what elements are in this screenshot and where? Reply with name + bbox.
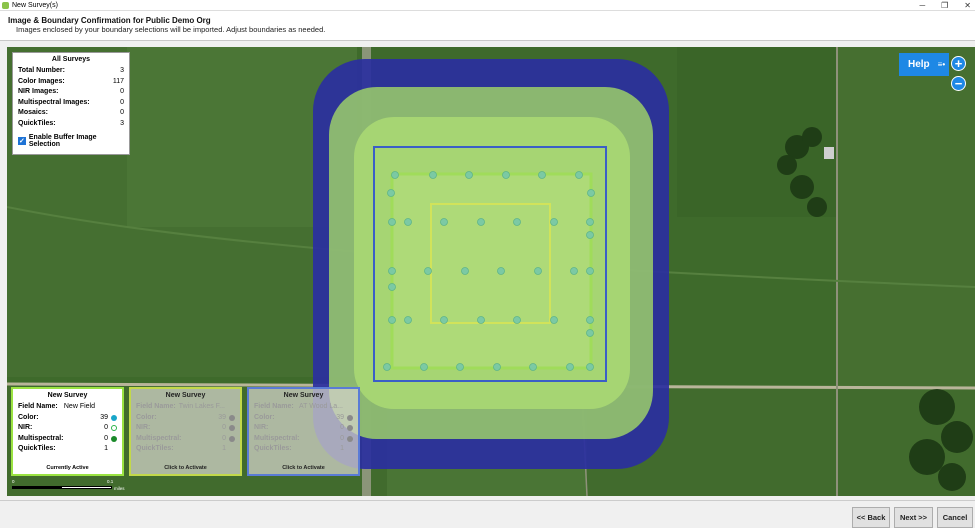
- nir-value: 0: [222, 424, 226, 431]
- help-menu-icon: ≡•: [937, 60, 946, 69]
- multispectral-dot-icon[interactable]: [229, 435, 235, 442]
- card-status: Currently Active: [46, 465, 89, 471]
- help-label: Help: [908, 59, 930, 70]
- minimize-button[interactable]: ─: [919, 0, 925, 11]
- field-name-label: Field Name:: [136, 403, 176, 410]
- color-label: Color:: [254, 413, 275, 421]
- nir-value: 0: [104, 424, 108, 431]
- field-name-value: Twin Lakes F...: [178, 403, 225, 410]
- card-status: Click to Activate: [282, 465, 325, 471]
- survey-card-title: New Survey: [165, 392, 206, 399]
- color-dot-icon[interactable]: [347, 414, 353, 421]
- row-label: Color Images:: [18, 77, 65, 85]
- quicktiles-value: 1: [340, 445, 344, 452]
- zoom-in-button[interactable]: +: [951, 56, 966, 71]
- next-button[interactable]: Next >>: [894, 507, 933, 528]
- back-button[interactable]: << Back: [852, 507, 890, 528]
- survey-card-title: New Survey: [283, 392, 324, 399]
- mosaics-row: Mosaics: 0: [18, 108, 124, 119]
- scale-bar-graphic: [12, 486, 112, 489]
- nir-dot-icon[interactable]: [111, 425, 117, 432]
- nir-label: NIR:: [254, 424, 269, 431]
- nir-dot-icon[interactable]: [347, 425, 353, 432]
- row-value: 3: [120, 67, 124, 74]
- color-value: 39: [100, 413, 108, 421]
- survey-card-title: New Survey: [47, 392, 88, 399]
- scale-unit-label: miles: [114, 486, 125, 491]
- scale-end-label: 0.1: [107, 479, 114, 484]
- color-value: 39: [218, 413, 226, 421]
- row-label: QuickTiles:: [18, 119, 56, 127]
- all-surveys-title: All Surveys: [51, 56, 91, 63]
- multispectral-images-row: Multispectral Images: 0: [18, 98, 124, 109]
- color-label: Color:: [136, 413, 157, 421]
- row-value: 0: [120, 98, 124, 106]
- nir-label: NIR:: [18, 424, 33, 431]
- field-name-label: Field Name:: [18, 403, 58, 410]
- quicktiles-label: QuickTiles:: [254, 445, 292, 452]
- window-title: New Survey(s): [12, 1, 58, 9]
- page-title: Image & Boundary Confirmation for Public…: [8, 16, 211, 25]
- page-subtitle: Images enclosed by your boundary selecti…: [16, 25, 326, 34]
- survey-card-3[interactable]: New Survey Field Name: AT Wood La... Colo…: [247, 387, 360, 476]
- all-surveys-panel: All Surveys Total Number: 3 Color Images:…: [12, 52, 130, 155]
- row-label: Mosaics:: [18, 109, 48, 116]
- total-number-row: Total Number: 3: [18, 66, 124, 77]
- color-value: 39: [336, 413, 344, 421]
- multispectral-dot-icon[interactable]: [111, 435, 117, 442]
- quicktiles-value: 1: [104, 445, 108, 452]
- survey-card-2[interactable]: New Survey Field Name: Twin Lakes F... Co…: [129, 387, 242, 476]
- multispectral-value: 0: [104, 434, 108, 442]
- row-label: Total Number:: [18, 67, 65, 74]
- maximize-button[interactable]: ❐: [941, 0, 948, 11]
- field-name-label: Field Name:: [254, 403, 294, 410]
- help-button[interactable]: Help ≡•: [899, 53, 949, 76]
- row-value: 0: [120, 88, 124, 95]
- multispectral-label: Multispectral:: [18, 434, 64, 442]
- quicktiles-label: QuickTiles:: [136, 445, 174, 452]
- zoom-out-button[interactable]: −: [951, 76, 966, 91]
- nir-label: NIR:: [136, 424, 151, 431]
- field-name-value: AT Wood La...: [299, 403, 343, 410]
- multispectral-label: Multispectral:: [136, 434, 182, 442]
- quicktiles-label: QuickTiles:: [18, 445, 56, 452]
- cancel-button[interactable]: Cancel: [937, 507, 973, 528]
- color-dot-icon[interactable]: [111, 414, 117, 421]
- color-dot-icon[interactable]: [229, 414, 235, 421]
- page-header: Image & Boundary Confirmation for Public…: [0, 11, 975, 41]
- multispectral-dot-icon[interactable]: [347, 435, 353, 442]
- nir-value: 0: [340, 424, 344, 431]
- color-images-row: Color Images: 117: [18, 77, 124, 88]
- close-button[interactable]: ✕: [964, 0, 971, 11]
- scale-bar: 0 0.1 miles: [12, 478, 125, 494]
- nir-dot-icon[interactable]: [229, 425, 235, 432]
- card-status: Click to Activate: [164, 465, 207, 471]
- app-icon: [2, 1, 9, 9]
- survey-card-1[interactable]: New Survey Field Name: New Field Color: 39…: [11, 387, 124, 476]
- row-value: 3: [120, 119, 124, 127]
- row-value: 0: [120, 109, 124, 116]
- scale-start-label: 0: [12, 479, 15, 484]
- row-label: Multispectral Images:: [18, 98, 90, 106]
- field-name-value: New Field: [63, 403, 95, 410]
- color-label: Color:: [18, 413, 39, 421]
- multispectral-label: Multispectral:: [254, 434, 300, 442]
- footer-bar: << Back Next >> Cancel: [0, 500, 975, 528]
- row-label: NIR Images:: [18, 88, 59, 95]
- nir-images-row: NIR Images: 0: [18, 87, 124, 98]
- quicktiles-row: QuickTiles: 3: [18, 119, 124, 130]
- checkbox-icon[interactable]: ✓: [18, 137, 26, 145]
- multispectral-value: 0: [340, 434, 344, 442]
- window-titlebar: New Survey(s) ─ ❐ ✕: [0, 0, 975, 11]
- quicktiles-value: 1: [222, 445, 226, 452]
- buffer-selection-checkbox[interactable]: ✓ Enable Buffer Image Selection: [18, 134, 124, 148]
- buffer-selection-label: Enable Buffer Image Selection: [28, 134, 97, 148]
- multispectral-value: 0: [222, 434, 226, 442]
- row-value: 117: [112, 77, 124, 85]
